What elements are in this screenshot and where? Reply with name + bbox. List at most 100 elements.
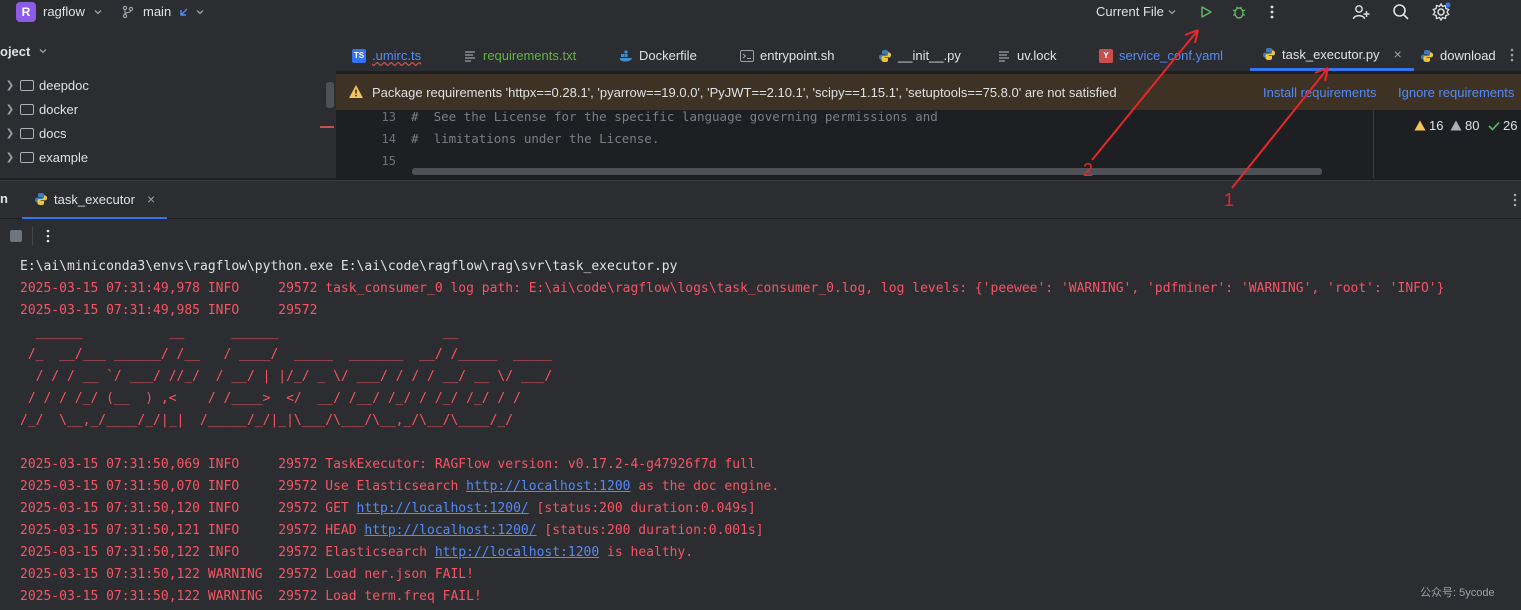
tab-label: download bbox=[1440, 48, 1496, 63]
close-icon[interactable]: × bbox=[1394, 46, 1402, 62]
console-line: / / / /_/ (__ ) ,< / /____> </ __/ /__/ … bbox=[20, 391, 521, 406]
tab-label: task_executor.py bbox=[1282, 46, 1380, 62]
weak-warnings-count-value: 80 bbox=[1465, 118, 1480, 133]
chevron-right-icon[interactable]: ❯ bbox=[0, 152, 20, 163]
python-icon bbox=[1262, 47, 1276, 61]
console-line: /_/ \__,_/____/_/|_| /_____/_/|_|\___/\_… bbox=[20, 413, 514, 428]
chevron-down-icon[interactable] bbox=[91, 0, 105, 24]
text-file-icon bbox=[997, 49, 1011, 63]
project-badge[interactable]: R bbox=[16, 2, 36, 22]
line-number: 15 bbox=[381, 154, 396, 168]
debug-icon[interactable] bbox=[1229, 0, 1249, 24]
tree-item-deepdoc[interactable]: ❯ deepdoc bbox=[0, 74, 89, 96]
console-line: ______ __ ______ __ bbox=[20, 325, 459, 340]
python-icon bbox=[34, 192, 48, 206]
git-branch-icon[interactable] bbox=[120, 0, 136, 24]
shell-icon bbox=[740, 49, 754, 63]
chevron-right-icon[interactable]: ❯ bbox=[0, 104, 20, 115]
run-tab-task-executor[interactable]: task_executor × bbox=[22, 181, 168, 219]
project-name[interactable]: ragflow bbox=[43, 4, 85, 19]
code-editor[interactable]: 13 # See the License for the specific la… bbox=[336, 109, 1373, 178]
console-link[interactable]: http://localhost:1200/ bbox=[357, 501, 529, 516]
search-icon[interactable] bbox=[1390, 0, 1412, 24]
more-icon[interactable] bbox=[46, 229, 50, 246]
tab-task-executor[interactable]: task_executor.py × bbox=[1250, 40, 1414, 71]
warnings-count[interactable]: 16 bbox=[1414, 118, 1443, 133]
python-icon bbox=[1420, 49, 1434, 63]
tab-service-conf[interactable]: Y service_conf.yaml bbox=[1099, 40, 1223, 71]
code-line: # See the License for the specific langu… bbox=[411, 109, 938, 124]
line-number: 13 bbox=[381, 110, 396, 124]
run-icon[interactable] bbox=[1196, 0, 1216, 24]
tree-item-docs[interactable]: ❯ docs bbox=[0, 122, 67, 144]
project-panel-header[interactable]: oject bbox=[0, 44, 48, 59]
chevron-down-icon[interactable] bbox=[193, 0, 207, 24]
folder-icon bbox=[20, 79, 34, 91]
console-text: [status:200 duration:0.001s] bbox=[536, 523, 764, 538]
console-text: 2025-03-15 07:31:50,121 INFO 29572 HEAD bbox=[20, 523, 365, 538]
tab-label: uv.lock bbox=[1017, 48, 1057, 63]
console-line: 2025-03-15 07:31:50,122 INFO 29572 Elast… bbox=[20, 542, 693, 564]
tree-item-docker[interactable]: ❯ docker bbox=[0, 98, 78, 120]
line-number: 14 bbox=[381, 132, 396, 146]
tree-item-label: docs bbox=[39, 125, 67, 141]
settings-icon[interactable] bbox=[1429, 0, 1453, 24]
project-panel-title: oject bbox=[0, 44, 31, 59]
weak-warnings-count[interactable]: 80 bbox=[1450, 118, 1479, 133]
warning-icon bbox=[1414, 120, 1426, 131]
change-marker bbox=[320, 126, 334, 128]
console-line: / / / __ `/ ___/ //_/ / __/ | |/_/ _ \/ … bbox=[20, 369, 553, 384]
tab-entrypoint[interactable]: entrypoint.sh bbox=[740, 40, 834, 71]
tab-requirements[interactable]: requirements.txt bbox=[463, 40, 576, 71]
tab-init-py[interactable]: __init__.py bbox=[878, 40, 961, 71]
tab-label: entrypoint.sh bbox=[760, 48, 835, 63]
install-requirements-link[interactable]: Install requirements bbox=[1263, 85, 1376, 100]
tab-umirc[interactable]: TS .umirc.ts bbox=[352, 40, 421, 71]
folder-icon bbox=[20, 103, 34, 115]
code-line: # limitations under the License. bbox=[411, 131, 660, 146]
tree-item-example[interactable]: ❯ example bbox=[0, 146, 88, 168]
branch-name[interactable]: main bbox=[143, 4, 171, 19]
run-config-selector[interactable]: Current File bbox=[1096, 4, 1164, 19]
tab-uv-lock[interactable]: uv.lock bbox=[997, 40, 1057, 71]
tree-item-label: docker bbox=[39, 101, 79, 117]
console-link[interactable]: http://localhost:1200 bbox=[435, 545, 599, 560]
project-scrollbar[interactable] bbox=[326, 82, 334, 108]
python-icon bbox=[878, 49, 892, 63]
ignore-requirements-link[interactable]: Ignore requirements bbox=[1398, 85, 1514, 100]
tab-label: __init__.py bbox=[898, 48, 961, 63]
folder-icon bbox=[20, 127, 34, 139]
tree-item-label: deepdoc bbox=[39, 77, 89, 93]
stop-icon[interactable] bbox=[10, 230, 22, 242]
tab-download[interactable]: download bbox=[1420, 40, 1496, 71]
tab-label: Dockerfile bbox=[639, 48, 697, 63]
watermark: 公众号: 5ycode bbox=[1420, 587, 1495, 599]
console-text: as the doc engine. bbox=[630, 479, 780, 494]
tab-dockerfile[interactable]: Dockerfile bbox=[619, 40, 697, 71]
inspections-widget[interactable]: 16 80 26 bbox=[1373, 110, 1521, 178]
console-line: /_ __/___ ______/ /__ / ____/ _____ ____… bbox=[20, 347, 553, 362]
chevron-down-icon[interactable] bbox=[1165, 0, 1179, 24]
warning-icon bbox=[348, 84, 364, 102]
console-link[interactable]: http://localhost:1200/ bbox=[364, 523, 536, 538]
more-icon[interactable] bbox=[1264, 0, 1280, 24]
docker-icon bbox=[619, 49, 633, 63]
console-link[interactable]: http://localhost:1200 bbox=[466, 479, 630, 494]
more-icon[interactable] bbox=[1510, 48, 1514, 65]
incoming-changes-icon[interactable] bbox=[177, 0, 191, 24]
yaml-icon: Y bbox=[1099, 48, 1113, 63]
chevron-right-icon[interactable]: ❯ bbox=[0, 128, 20, 139]
console-text: [status:200 duration:0.049s] bbox=[528, 501, 756, 516]
more-icon[interactable] bbox=[1513, 193, 1517, 210]
add-user-icon[interactable] bbox=[1350, 0, 1372, 24]
chevron-right-icon[interactable]: ❯ bbox=[0, 80, 20, 91]
horizontal-scrollbar[interactable] bbox=[412, 168, 1322, 175]
close-icon[interactable]: × bbox=[147, 191, 155, 207]
ok-count[interactable]: 26 bbox=[1488, 118, 1517, 133]
run-toolbar bbox=[0, 219, 1521, 253]
warnings-count-value: 16 bbox=[1429, 118, 1444, 133]
console-text: is healthy. bbox=[599, 545, 694, 560]
weak-warning-icon bbox=[1450, 120, 1462, 131]
console-line: 2025-03-15 07:31:50,122 WARNING 29572 Lo… bbox=[20, 589, 482, 604]
chevron-down-icon[interactable] bbox=[38, 44, 48, 59]
